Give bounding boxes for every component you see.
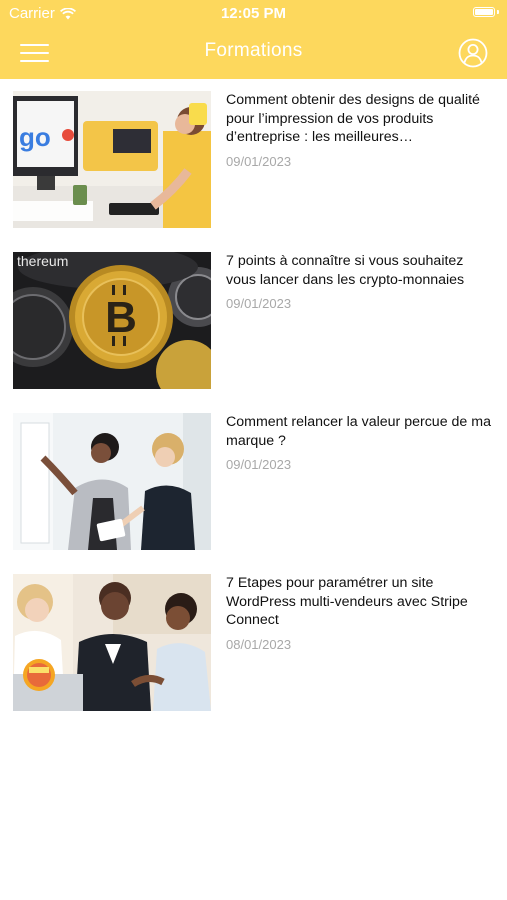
app-screen: Carrier 12:05 PM Formations go Comment o… — [0, 0, 507, 900]
status-time: 12:05 PM — [220, 5, 287, 22]
article-thumbnail — [13, 574, 211, 711]
article-item[interactable]: thereum B 7 points à connaître si vous s… — [0, 240, 507, 389]
battery-tip — [497, 10, 499, 14]
article-date: 08/01/2023 — [226, 637, 292, 652]
article-thumbnail: go — [13, 91, 211, 228]
header: Carrier 12:05 PM Formations — [0, 0, 507, 79]
article-date: 09/01/2023 — [226, 296, 292, 311]
article-item[interactable]: Comment relancer la valeur percue de ma … — [0, 401, 507, 550]
page-title: Formations — [204, 40, 303, 61]
status-bar: Carrier 12:05 PM — [0, 0, 507, 28]
article-item[interactable]: 7 Etapes pour paramétrer un site WordPre… — [0, 562, 507, 711]
article-title: 7 Etapes pour paramétrer un site WordPre… — [226, 575, 468, 628]
navigation-bar: Formations — [0, 28, 507, 79]
article-title: 7 points à connaître si vous souhaitez v… — [226, 253, 465, 288]
battery-icon — [473, 7, 495, 17]
article-date: 09/01/2023 — [226, 154, 292, 169]
svg-text:B: B — [105, 293, 137, 342]
article-thumbnail: thereum B — [13, 252, 211, 389]
svg-text:go: go — [19, 122, 51, 152]
article-item[interactable]: go Comment obtenir des designs de qualit… — [0, 79, 507, 228]
article-title: Comment obtenir des designs de qualité p… — [226, 92, 480, 145]
article-date: 09/01/2023 — [226, 457, 292, 472]
user-profile-icon[interactable] — [458, 38, 488, 68]
svg-text:thereum: thereum — [17, 253, 68, 269]
article-title: Comment relancer la valeur percue de ma … — [226, 414, 491, 449]
article-thumbnail — [13, 413, 211, 550]
